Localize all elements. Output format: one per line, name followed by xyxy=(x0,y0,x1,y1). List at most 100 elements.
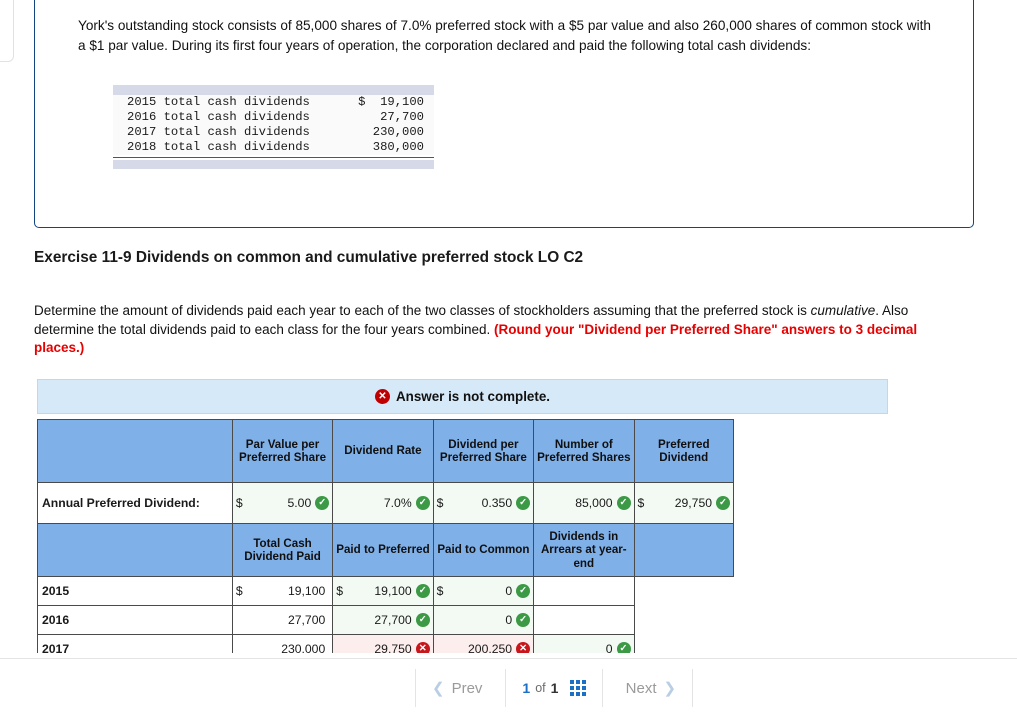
currency-symbol: $ xyxy=(336,584,344,598)
chevron-right-icon: ❯ xyxy=(663,680,677,697)
currency-symbol: $ xyxy=(436,584,444,598)
cell-value: 27,700 xyxy=(374,613,412,627)
prev-button[interactable]: ❮ Prev xyxy=(415,669,505,707)
cell-dividends-in-arrears[interactable] xyxy=(533,605,635,635)
answer-grid: Par Value per Preferred Share Dividend R… xyxy=(37,419,735,693)
check-icon: ✓ xyxy=(716,496,730,510)
header-cell-total-cash-dividend-paid: Total Cash Dividend Paid xyxy=(231,523,334,577)
currency-symbol: $ xyxy=(436,496,444,510)
row-label-year: 2016 xyxy=(37,605,233,635)
header-cell-par-value: Par Value per Preferred Share xyxy=(231,419,334,483)
header-cell-blank xyxy=(37,419,233,483)
page-of-label: of xyxy=(535,681,546,695)
cell-value: 85,000 xyxy=(575,496,613,510)
page-indicator: 1 of 1 xyxy=(505,669,601,707)
pagination-control: ❮ Prev 1 of 1 Next ❯ xyxy=(415,669,694,707)
cell-value: 19,100 xyxy=(374,584,412,598)
header-cell-dividend-rate: Dividend Rate xyxy=(332,419,434,483)
cell-value: 0.350 xyxy=(481,496,513,510)
left-panel-edge xyxy=(0,0,14,62)
table-row: 2017 total cash dividends 230,000 xyxy=(113,125,434,140)
cell-spacer xyxy=(634,605,734,635)
exercise-instructions: Determine the amount of dividends paid e… xyxy=(34,302,964,358)
grid-header-row-2: Total Cash Dividend Paid Paid to Preferr… xyxy=(37,523,735,577)
grid-view-icon[interactable] xyxy=(570,680,586,696)
cell-dividend-rate[interactable]: 7.0% ✓ xyxy=(332,482,434,524)
table-rule xyxy=(113,157,434,158)
answer-status-banner: ✕ Answer is not complete. xyxy=(37,379,888,414)
answer-status-text: Answer is not complete. xyxy=(395,389,551,404)
check-icon: ✓ xyxy=(415,613,430,627)
check-icon: ✓ xyxy=(315,496,330,510)
question-paragraph: York's outstanding stock consists of 85,… xyxy=(78,18,931,53)
header-cell-dividend-per-share: Dividend per Preferred Share xyxy=(432,419,535,483)
currency-symbol: $ xyxy=(235,496,243,510)
instructions-italic-term: cumulative xyxy=(810,303,876,318)
cell-value: 19,100 xyxy=(287,584,326,598)
row-value: 230,000 xyxy=(372,125,424,139)
instructions-part1: Determine the amount of dividends paid e… xyxy=(34,303,811,318)
cell-value: 29,750 xyxy=(674,496,712,510)
currency-symbol: $ xyxy=(637,496,645,510)
cell-value: 7.0% xyxy=(383,496,412,510)
header-cell-preferred-dividend: Preferred Dividend xyxy=(633,419,735,483)
row-label-year: 2015 xyxy=(37,576,233,606)
page-current: 1 xyxy=(522,680,531,696)
table-row: 2016 27,700 27,700 ✓ 0 ✓ xyxy=(37,605,734,635)
table-row: 2015 total cash dividends $ 19,100 xyxy=(113,95,434,110)
next-label: Next xyxy=(625,679,657,697)
table-row: 2016 total cash dividends 27,700 xyxy=(113,110,434,125)
header-cell-paid-to-preferred: Paid to Preferred xyxy=(332,523,434,577)
cell-paid-to-common[interactable]: 0 ✓ xyxy=(432,605,535,635)
cell-value: 27,700 xyxy=(287,613,326,627)
header-cell-dividends-in-arrears: Dividends in Arrears at year-end xyxy=(533,523,635,577)
row-label: 2016 total cash dividends xyxy=(127,110,310,124)
table-clip-mask xyxy=(0,653,1017,658)
row-label-annual-preferred: Annual Preferred Dividend: xyxy=(37,482,233,524)
table-bottom-band xyxy=(113,160,434,169)
header-cell-blank-3 xyxy=(633,523,735,577)
check-icon: ✓ xyxy=(516,613,531,627)
check-icon: ✓ xyxy=(415,496,430,510)
check-icon: ✓ xyxy=(516,584,531,598)
table-row: 2015 $ 19,100 $ 19,100 ✓ $ 0 ✓ xyxy=(37,576,734,606)
cell-dividends-in-arrears[interactable] xyxy=(533,576,635,606)
page-total: 1 xyxy=(550,680,559,696)
cell-paid-to-preferred[interactable]: $ 19,100 ✓ xyxy=(332,576,434,606)
prev-label: Prev xyxy=(451,679,483,697)
row-value: 380,000 xyxy=(372,140,424,154)
cell-value: 0 xyxy=(505,584,513,598)
row-label: 2015 total cash dividends xyxy=(127,95,310,109)
cell-spacer xyxy=(634,576,734,606)
question-container: York's outstanding stock consists of 85,… xyxy=(34,0,974,228)
exercise-title: Exercise 11-9 Dividends on common and cu… xyxy=(34,249,584,266)
cash-dividends-table: 2015 total cash dividends $ 19,100 2016 … xyxy=(113,85,434,169)
header-cell-blank-2 xyxy=(37,523,233,577)
table-top-band xyxy=(113,85,434,95)
cell-paid-to-common[interactable]: $ 0 ✓ xyxy=(432,576,535,606)
currency-symbol: $ xyxy=(235,584,243,598)
row-value: $ 19,100 xyxy=(358,95,424,109)
error-circle-icon: ✕ xyxy=(374,389,390,404)
next-button[interactable]: Next ❯ xyxy=(601,669,694,707)
cell-preferred-dividend[interactable]: $ 29,750 ✓ xyxy=(633,482,735,524)
cell-value: 5.00 xyxy=(287,496,312,510)
row-label: 2018 total cash dividends xyxy=(127,140,310,154)
cell-total-cash-dividend: $ 19,100 xyxy=(231,576,334,606)
footer-bar: ❮ Prev 1 of 1 Next ❯ xyxy=(0,658,1017,716)
annual-preferred-dividend-row: Annual Preferred Dividend: $ 5.00 ✓ 7.0%… xyxy=(37,482,735,524)
cell-paid-to-preferred[interactable]: 27,700 ✓ xyxy=(332,605,434,635)
row-value: 27,700 xyxy=(380,110,424,124)
header-cell-number-of-shares: Number of Preferred Shares xyxy=(533,419,635,483)
grid-header-row-1: Par Value per Preferred Share Dividend R… xyxy=(37,419,735,483)
check-icon: ✓ xyxy=(516,496,531,510)
cell-value: 0 xyxy=(505,613,513,627)
row-label: 2017 total cash dividends xyxy=(127,125,310,139)
check-icon: ✓ xyxy=(616,496,631,510)
page-root: York's outstanding stock consists of 85,… xyxy=(0,0,1017,716)
check-icon: ✓ xyxy=(415,584,430,598)
cell-par-value[interactable]: $ 5.00 ✓ xyxy=(231,482,334,524)
cell-dividend-per-share[interactable]: $ 0.350 ✓ xyxy=(432,482,535,524)
cell-total-cash-dividend: 27,700 xyxy=(231,605,334,635)
cell-number-of-shares[interactable]: 85,000 ✓ xyxy=(533,482,635,524)
